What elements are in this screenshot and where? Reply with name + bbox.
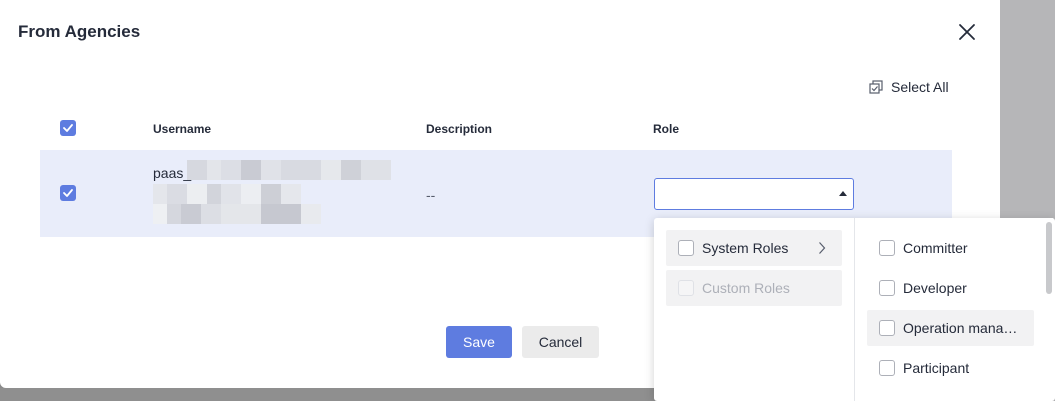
dialog-title: From Agencies <box>18 22 141 41</box>
caret-up-icon <box>839 191 847 196</box>
select-all-rows-checkbox[interactable] <box>60 120 76 136</box>
role-dropdown: System Roles Custom Roles Committer Deve… <box>654 218 1055 401</box>
role-option-participant[interactable]: Participant <box>867 350 1034 386</box>
role-checkbox[interactable] <box>879 240 895 256</box>
role-option-developer[interactable]: Developer <box>867 270 1034 306</box>
role-option-committer[interactable]: Committer <box>867 230 1034 266</box>
category-checkbox[interactable] <box>678 240 694 256</box>
chevron-right-icon <box>819 242 826 254</box>
dropdown-divider <box>854 218 855 401</box>
category-label: System Roles <box>702 240 789 256</box>
role-checkbox[interactable] <box>879 320 895 336</box>
redacted-username-mosaic <box>153 160 393 225</box>
role-label: Participant <box>903 360 970 376</box>
role-checkbox[interactable] <box>879 360 895 376</box>
category-custom-roles: Custom Roles <box>666 270 842 306</box>
category-label: Custom Roles <box>702 280 790 296</box>
role-label: Operation mana… <box>903 320 1018 336</box>
column-header-description: Description <box>426 122 493 136</box>
save-button[interactable]: Save <box>446 326 512 358</box>
close-icon <box>959 24 975 40</box>
category-checkbox <box>678 280 694 296</box>
close-button[interactable] <box>955 20 979 44</box>
select-all-icon <box>869 80 883 94</box>
select-all-label: Select All <box>891 79 949 95</box>
select-all-button[interactable]: Select All <box>869 78 949 96</box>
role-option-operation-manager[interactable]: Operation mana… <box>867 310 1034 346</box>
column-header-username: Username <box>153 122 212 136</box>
category-system-roles[interactable]: System Roles <box>666 230 842 266</box>
column-header-role: Role <box>653 122 680 136</box>
checkmark-icon <box>63 124 73 132</box>
cancel-button[interactable]: Cancel <box>522 326 599 358</box>
role-select[interactable] <box>654 178 854 210</box>
checkmark-icon <box>63 189 73 197</box>
description-cell: -- <box>426 187 436 203</box>
role-checkbox[interactable] <box>879 280 895 296</box>
scrollbar-thumb[interactable] <box>1046 222 1052 294</box>
row-checkbox[interactable] <box>60 185 76 201</box>
role-label: Developer <box>903 280 967 296</box>
table-header: Username Description Role <box>40 112 952 148</box>
role-label: Committer <box>903 240 968 256</box>
